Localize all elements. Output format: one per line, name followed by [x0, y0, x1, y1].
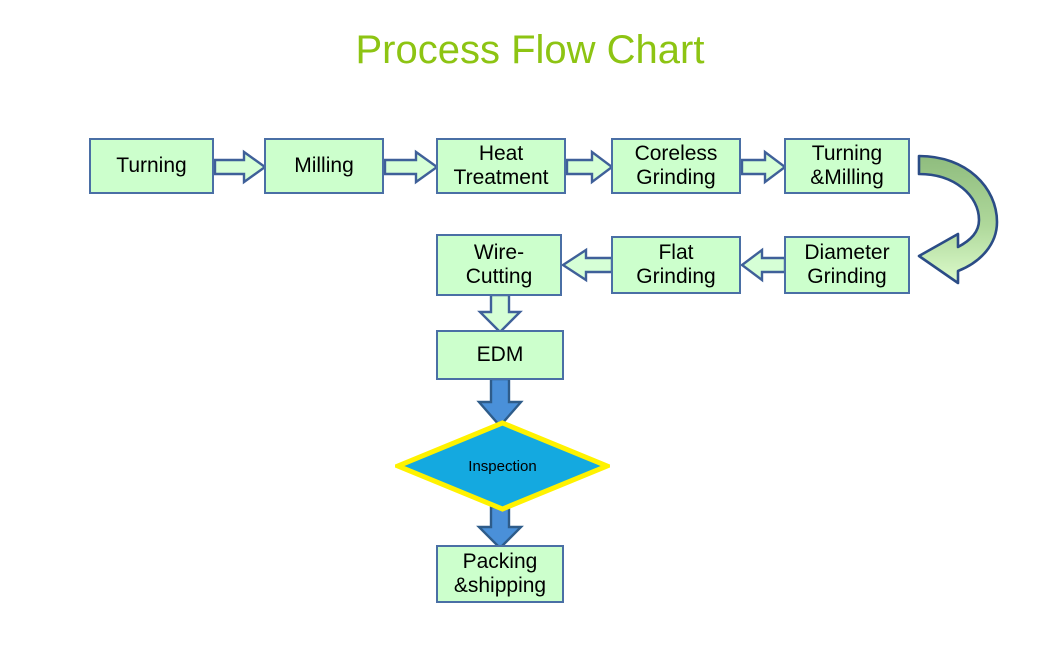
- node-flat-grinding[interactable]: Flat Grinding: [611, 236, 741, 294]
- arrow-flat-grinding-to-wire-cutting: [560, 247, 614, 283]
- node-edm[interactable]: EDM: [436, 330, 564, 380]
- diamond-shape: [395, 420, 610, 512]
- node-coreless-grinding[interactable]: Coreless Grinding: [611, 138, 741, 194]
- arrow-wire-cutting-to-edm: [477, 293, 523, 334]
- arrow-coreless-grinding-to-turning-milling: [740, 149, 787, 185]
- arrow-diameter-grinding-to-flat-grinding: [740, 247, 787, 283]
- node-milling[interactable]: Milling: [264, 138, 384, 194]
- decision-inspection[interactable]: Inspection: [395, 420, 610, 512]
- arrow-turning-milling-to-diameter-grinding: [905, 140, 1020, 300]
- page-title: Process Flow Chart: [355, 28, 705, 72]
- arrow-inspection-to-packing: [476, 505, 524, 550]
- node-diameter-grinding[interactable]: Diameter Grinding: [784, 236, 910, 294]
- arrow-turning-to-milling: [213, 149, 268, 185]
- node-turning[interactable]: Turning: [89, 138, 214, 194]
- process-flow-chart-canvas: Process Flow Chart Turning Milling Heat …: [0, 0, 1060, 657]
- node-wire-cutting[interactable]: Wire- Cutting: [436, 234, 562, 296]
- node-heat-treatment[interactable]: Heat Treatment: [436, 138, 566, 194]
- node-packing-and-shipping[interactable]: Packing &shipping: [436, 545, 564, 603]
- node-turning-and-milling[interactable]: Turning &Milling: [784, 138, 910, 194]
- arrow-heat-treatment-to-coreless-grinding: [565, 149, 614, 185]
- arrow-milling-to-heat-treatment: [383, 149, 440, 185]
- curved-arrow-shape: [917, 154, 999, 285]
